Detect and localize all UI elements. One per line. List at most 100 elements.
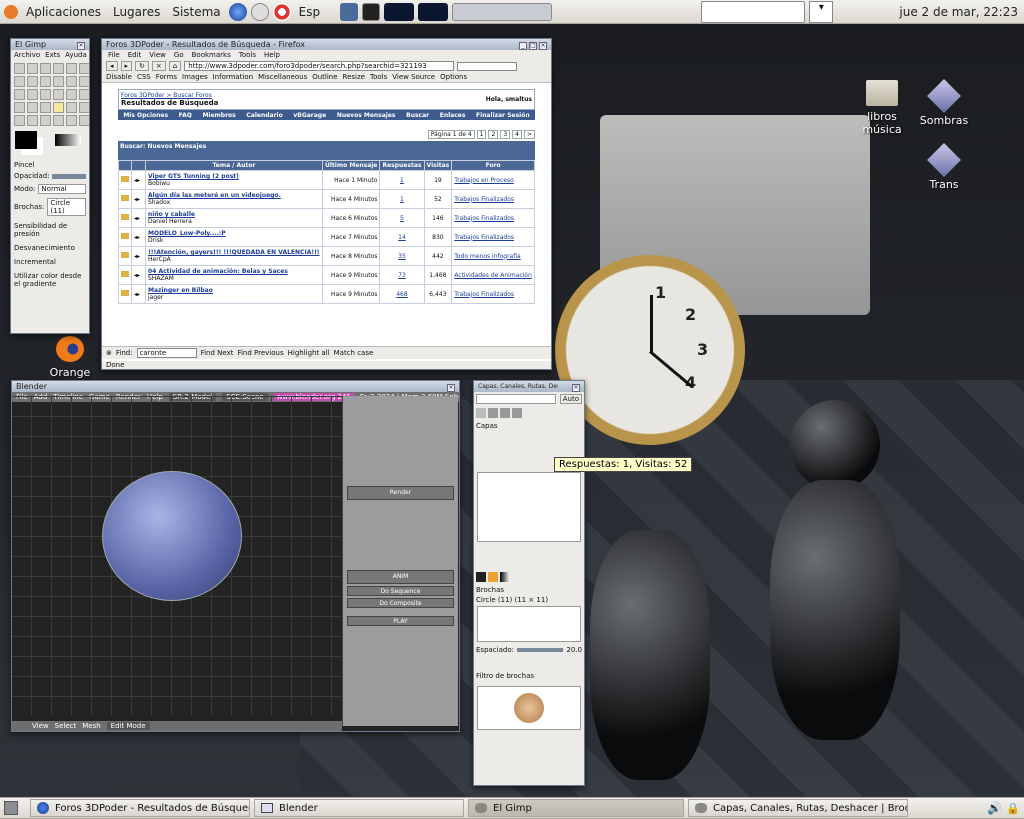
fuzzy-select-tool-icon[interactable]	[53, 63, 64, 74]
gimp-menu-exts[interactable]: Exts	[45, 51, 60, 59]
view-menu[interactable]: View	[32, 722, 49, 730]
col-header-views[interactable]: Visitas	[423, 160, 453, 171]
globe-icon[interactable]	[228, 2, 247, 21]
zoom-tool-icon[interactable]	[40, 76, 51, 87]
webdev-forms[interactable]: Forms	[156, 73, 177, 81]
close-icon[interactable]: ×	[447, 383, 455, 392]
render-button[interactable]: Render	[347, 486, 454, 500]
replies-count[interactable]: 5	[379, 208, 425, 228]
home-button[interactable]: ⌂	[168, 61, 182, 71]
nav-tab[interactable]: Mis Opciones	[123, 112, 168, 119]
spacing-value[interactable]: 20.0	[566, 646, 582, 654]
blur-tool-icon[interactable]	[53, 115, 64, 126]
lasso-tool-icon[interactable]	[40, 63, 51, 74]
blender-titlebar[interactable]: Blender ×	[12, 381, 459, 392]
menu-help[interactable]: Help	[264, 51, 280, 59]
close-icon[interactable]: ×	[539, 41, 547, 50]
replies-count[interactable]: 1	[379, 189, 425, 209]
forum-link[interactable]: Trabajos Finalizados	[451, 208, 535, 228]
shear-tool-icon[interactable]	[40, 89, 51, 100]
ink-tool-icon[interactable]	[14, 115, 25, 126]
gradient-tab-icon[interactable]	[500, 572, 510, 582]
show-desktop-icon[interactable]	[4, 801, 18, 815]
table-row[interactable]: ◂▸ Algún día las meteré en un videojuego.…	[118, 189, 535, 209]
replies-count[interactable]: 14	[379, 227, 425, 247]
gimp-menu-archivo[interactable]: Archivo	[14, 51, 40, 59]
firefox-titlebar[interactable]: Foros 3DPoder - Resultados de Búsqueda -…	[102, 39, 551, 50]
brushes-grid[interactable]	[477, 606, 581, 642]
page-next[interactable]: >	[523, 130, 535, 139]
desktop-icon-trans[interactable]: Trans	[904, 143, 984, 191]
forum-link[interactable]: Actividades de Animación	[451, 265, 535, 285]
bucket-fill-tool-icon[interactable]	[14, 102, 25, 113]
layers-tab-icon[interactable]	[476, 408, 486, 418]
close-icon[interactable]: ×	[77, 41, 85, 50]
scissors-tool-icon[interactable]	[79, 63, 89, 74]
keyboard-layout[interactable]: Esp	[293, 5, 326, 19]
scale-tool-icon[interactable]	[27, 89, 38, 100]
layers-list[interactable]	[477, 472, 581, 542]
option-pressure[interactable]: Sensibilidad de presión	[14, 222, 86, 238]
channels-tab-icon[interactable]	[488, 408, 498, 418]
menu-go[interactable]: Go	[174, 51, 184, 59]
reload-button[interactable]: ↻	[135, 61, 149, 71]
panel-search-input[interactable]	[701, 0, 806, 23]
forum-link[interactable]: Trabajos Finalizados	[451, 227, 535, 247]
find-prev-button[interactable]: Find Previous	[237, 349, 283, 357]
panel-clock[interactable]: jue 2 de mar, 22:23	[893, 5, 1024, 19]
replies-count[interactable]: 35	[379, 246, 425, 266]
gnome-foot-icon[interactable]	[4, 4, 18, 19]
forum-link[interactable]: Trabajos Finalizados	[451, 284, 535, 304]
option-incremental[interactable]: Incremental	[14, 258, 86, 266]
nav-tab[interactable]: FAQ	[179, 112, 192, 119]
airbrush-tool-icon[interactable]	[79, 102, 89, 113]
thread-title-link[interactable]: !!!Atención, gayers!!! !!!QUEDADA EN VAL…	[148, 249, 320, 256]
minimize-icon[interactable]: _	[519, 41, 527, 50]
uv-sphere-mesh[interactable]	[102, 471, 242, 601]
highlight-all-checkbox[interactable]: Highlight all	[288, 349, 330, 357]
gradient-swatch[interactable]	[55, 134, 81, 146]
mode-select[interactable]: Normal	[38, 184, 86, 194]
table-row[interactable]: ◂▸ !!!Atención, gayers!!! !!!QUEDADA EN V…	[118, 246, 535, 266]
menu-view[interactable]: View	[149, 51, 166, 59]
move-tool-icon[interactable]	[66, 76, 77, 87]
heal-tool-icon[interactable]	[40, 115, 51, 126]
replies-count[interactable]: 73	[379, 265, 425, 285]
color-picker-tool-icon[interactable]	[27, 76, 38, 87]
taskbar-firefox[interactable]: Foros 3DPoder - Resultados de Búsqued...	[30, 799, 250, 817]
table-row[interactable]: ◂▸ Viper GTS Tunning (2 post) Bobiwu Hace 1…	[118, 170, 535, 190]
find-next-button[interactable]: Find Next	[201, 349, 234, 357]
clock-icon[interactable]	[250, 2, 269, 21]
page-link[interactable]: 3	[500, 130, 511, 139]
volume-icon[interactable]: 🔊	[987, 801, 1002, 815]
menu-lugares[interactable]: Lugares	[107, 5, 166, 19]
undo-tab-icon[interactable]	[512, 408, 522, 418]
col-header-forum[interactable]: Foro	[451, 160, 535, 171]
dodge-tool-icon[interactable]	[79, 115, 89, 126]
url-bar[interactable]: http://www.3dpoder.com/foro3dpoder/searc…	[184, 61, 455, 71]
forum-link[interactable]: Trabajos en Proceso	[451, 170, 535, 190]
clone-tool-icon[interactable]	[27, 115, 38, 126]
find-input[interactable]: caronte	[136, 348, 197, 358]
nav-tab[interactable]: Miembros	[202, 112, 235, 119]
terminal-icon[interactable]	[362, 2, 381, 21]
table-row[interactable]: ◂▸ Mazinger en Bilbao jager Hace 9 Minutos 4…	[118, 284, 535, 304]
do-composite-button[interactable]: Do Composite	[347, 598, 454, 608]
mesh-menu[interactable]: Mesh	[82, 722, 100, 730]
table-row[interactable]: ◂▸ niño y caballe Daniel Herrera Hace 6 Min…	[118, 208, 535, 228]
option-gradient-color[interactable]: Utilizar color desde el gradiente	[14, 272, 86, 288]
nav-tab[interactable]: Finalizar Sesión	[476, 112, 530, 119]
ellipse-select-tool-icon[interactable]	[27, 63, 38, 74]
perspective-tool-icon[interactable]	[53, 89, 64, 100]
play-button[interactable]: PLAY	[347, 616, 454, 626]
taskbar-blender[interactable]: Blender	[254, 799, 464, 817]
forum-link[interactable]: Todo menos infografía	[451, 246, 535, 266]
opacity-slider[interactable]	[51, 173, 86, 179]
maximize-icon[interactable]: □	[529, 41, 537, 50]
gimp-menu-ayuda[interactable]: Ayuda	[65, 51, 87, 59]
page-link[interactable]: 4	[512, 130, 522, 139]
pencil-tool-icon[interactable]	[40, 102, 51, 113]
gimp-titlebar[interactable]: El Gimp ×	[11, 39, 89, 50]
web-search-input[interactable]	[457, 61, 518, 71]
webdev-resize[interactable]: Resize	[343, 73, 365, 81]
